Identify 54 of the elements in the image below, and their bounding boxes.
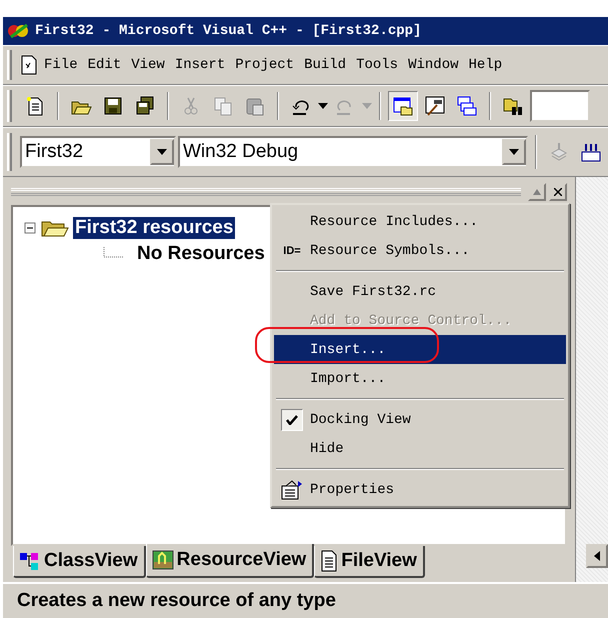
menu-item[interactable]: Insert	[170, 55, 230, 75]
menu-item[interactable]: Edit	[84, 55, 126, 75]
tree-item[interactable]: First32 resources	[73, 217, 236, 239]
app-logo-icon	[7, 23, 31, 39]
menu-item[interactable]: Tools	[352, 55, 402, 75]
menu-item[interactable]: Help	[464, 55, 506, 75]
properties-icon	[280, 478, 304, 500]
menu-item[interactable]: Hide	[274, 434, 566, 463]
menu-item[interactable]: View	[127, 55, 169, 75]
menu-item[interactable]: Import...	[274, 364, 566, 393]
menu-item[interactable]: File	[40, 55, 82, 75]
caret-icon[interactable]	[318, 103, 328, 109]
find-field[interactable]	[530, 90, 590, 122]
menu-item[interactable]: Save First32.rc	[274, 277, 566, 306]
windows-list-icon[interactable]	[456, 95, 478, 117]
dropdown[interactable]: Win32 Debug	[178, 136, 528, 168]
document-icon[interactable]	[20, 55, 38, 75]
menu-item[interactable]: Properties	[274, 475, 566, 504]
left-arrow-icon	[594, 551, 600, 561]
build-icon[interactable]	[580, 141, 602, 163]
menu-item[interactable]: ID= Resource Symbols...	[274, 236, 566, 265]
class-tree-icon	[19, 551, 41, 571]
check-icon	[286, 414, 298, 424]
panel-grip-bar[interactable]	[11, 188, 521, 196]
menu-item[interactable]: Insert...	[274, 335, 566, 364]
status-text: Creates a new resource of any type	[17, 590, 336, 612]
toolbar-gripper[interactable]	[7, 132, 12, 172]
toolbar-gripper[interactable]	[7, 50, 12, 80]
close-button[interactable]	[549, 183, 567, 201]
scroll-left-button[interactable]	[586, 544, 608, 568]
menu-item[interactable]: Window	[404, 55, 463, 75]
collapse-icon[interactable]	[23, 221, 37, 235]
save-all-icon[interactable]	[134, 95, 156, 117]
dropdown-arrow-icon	[509, 149, 519, 155]
window-title: First32 - Microsoft Visual C++ - [First32.cpp]	[35, 23, 422, 39]
toolbar-gripper[interactable]	[7, 90, 12, 122]
tab[interactable]: ClassView	[13, 546, 146, 578]
document-icon	[320, 550, 338, 572]
menu-item[interactable]: Build	[300, 55, 350, 75]
dropdown-arrow-icon	[157, 149, 167, 155]
menu-item[interactable]: Resource Includes...	[274, 207, 566, 236]
save-icon[interactable]	[102, 95, 124, 117]
menu-item[interactable]: Project	[231, 55, 298, 75]
tab[interactable]: FileView	[314, 546, 425, 578]
dropdown[interactable]: First32	[20, 136, 176, 168]
resource-picture-icon	[152, 550, 174, 570]
id-label: ID=	[283, 244, 301, 256]
workspace-window-icon[interactable]	[392, 95, 414, 117]
tree-item[interactable]: No Resources	[135, 243, 267, 265]
menu-item[interactable]: Docking View	[274, 405, 566, 434]
up-arrow-icon	[533, 189, 541, 195]
close-icon	[554, 188, 562, 196]
tab[interactable]: ResourceView	[146, 544, 314, 578]
hammer-window-icon[interactable]	[424, 95, 446, 117]
